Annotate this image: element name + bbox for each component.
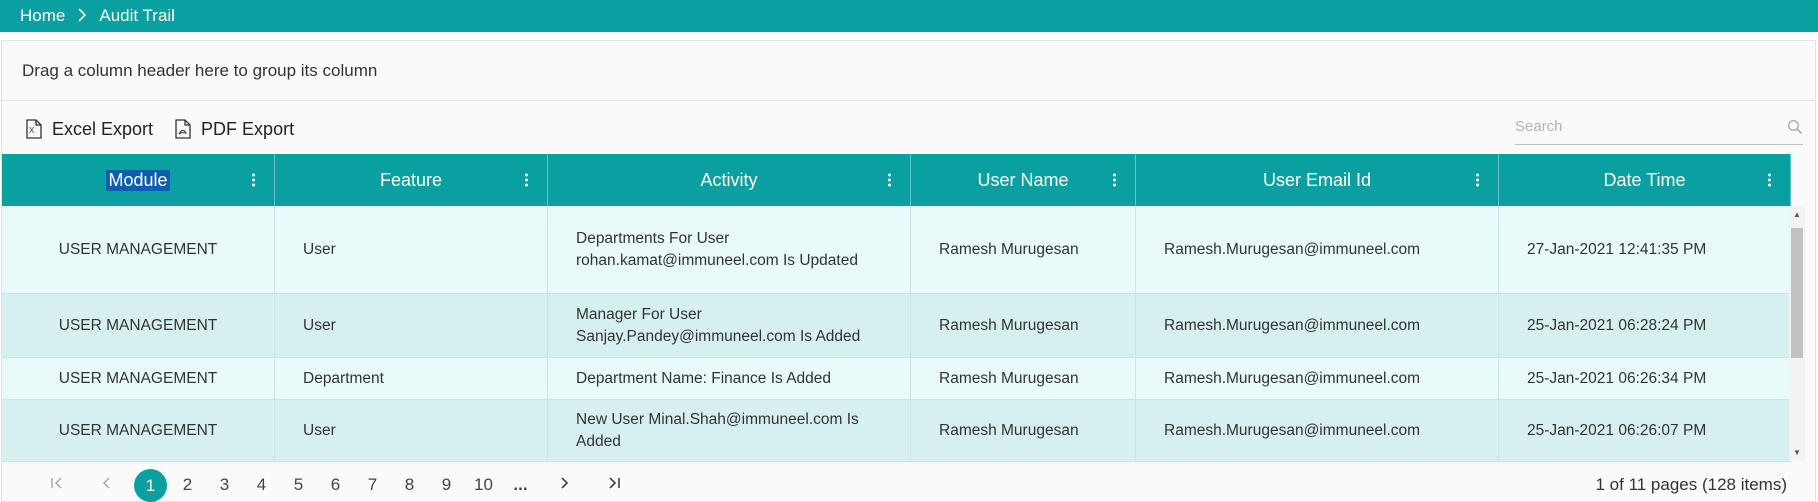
scroll-down-icon[interactable]: ▼ [1793,448,1801,457]
cell-module: USER MANAGEMENT [2,294,275,358]
scroll-up-icon[interactable]: ▲ [1793,210,1801,219]
page-number[interactable]: 10 [465,475,502,495]
column-menu-icon[interactable] [1768,173,1772,187]
column-menu-icon[interactable] [252,173,256,187]
vertical-scrollbar[interactable]: ▲ ▼ [1789,206,1805,461]
column-header-feature[interactable]: Feature [275,154,548,206]
cell-feature: User [275,294,548,358]
page-number[interactable]: 4 [243,475,280,495]
page-number[interactable]: 1 [134,468,167,502]
column-header-label: User Name [977,169,1069,190]
cell-feature: User [275,206,548,294]
cell-date-time: 25-Jan-2021 06:28:24 PM [1499,294,1791,358]
group-drop-text: Drag a column header here to group its c… [22,60,378,80]
page-number[interactable]: 2 [169,475,206,495]
pdf-file-icon [175,119,191,139]
cell-module: USER MANAGEMENT [2,400,275,462]
search-box [1515,109,1803,145]
cell-user-name: Ramesh Murugesan [911,358,1136,400]
cell-module: USER MANAGEMENT [2,206,275,294]
breadcrumb-separator-icon [77,7,87,25]
search-input[interactable] [1515,118,1787,135]
cell-user-name: Ramesh Murugesan [911,294,1136,358]
excel-export-label: Excel Export [52,118,154,139]
pdf-export-button[interactable]: PDF Export [175,119,294,140]
cell-email: Ramesh.Murugesan@immuneel.com [1136,206,1499,294]
excel-file-icon: X [26,119,42,139]
column-header-email[interactable]: User Email Id [1136,154,1499,206]
scrollbar-thumb[interactable] [1791,228,1803,358]
page-number[interactable]: 9 [428,475,465,495]
cell-email: Ramesh.Murugesan@immuneel.com [1136,358,1499,400]
pdf-export-label: PDF Export [201,118,295,139]
table-row[interactable]: USER MANAGEMENT Department Department Na… [2,358,1791,400]
column-header-label: User Email Id [1262,169,1372,190]
cell-email: Ramesh.Murugesan@immuneel.com [1136,294,1499,358]
last-page-icon[interactable] [589,475,639,495]
column-menu-icon[interactable] [525,173,529,187]
cell-activity: Departments For User rohan.kamat@immunee… [548,206,911,294]
page-number[interactable]: 3 [206,475,243,495]
breadcrumb-home[interactable]: Home [20,6,65,26]
cell-date-time: 25-Jan-2021 06:26:07 PM [1499,400,1791,462]
page-number[interactable]: 8 [391,475,428,495]
group-drop-area[interactable]: Drag a column header here to group its c… [2,41,1815,101]
breadcrumb: Home Audit Trail [0,0,1818,32]
column-header-user-name[interactable]: User Name [911,154,1136,206]
table-header: Module Feature Activity User Name User E… [2,154,1791,206]
cell-email: Ramesh.Murugesan@immuneel.com [1136,400,1499,462]
audit-table: Module Feature Activity User Name User E… [2,154,1791,462]
table-row[interactable]: USER MANAGEMENT User Manager For User Sa… [2,294,1791,358]
cell-user-name: Ramesh Murugesan [911,400,1136,462]
cell-feature: Department [275,358,548,400]
cell-activity: Department Name: Finance Is Added [548,358,911,400]
pagination: 1 2 3 4 5 6 7 8 9 10 ... 1 of 11 pages (… [2,468,1817,502]
previous-page-icon[interactable] [82,475,132,495]
column-header-label: Activity [700,169,758,190]
column-header-module[interactable]: Module [2,154,275,206]
table-row[interactable]: USER MANAGEMENT User New User Minal.Shah… [2,400,1791,462]
cell-date-time: 25-Jan-2021 06:26:34 PM [1499,358,1791,400]
grid-toolbar: X Excel Export PDF Export [2,101,1815,157]
page-number[interactable]: 5 [280,475,317,495]
cell-date-time: 27-Jan-2021 12:41:35 PM [1499,206,1791,294]
audit-grid-panel: Drag a column header here to group its c… [1,40,1816,502]
column-header-date-time[interactable]: Date Time [1499,154,1791,206]
cell-user-name: Ramesh Murugesan [911,206,1136,294]
column-menu-icon[interactable] [1113,173,1117,187]
page-more[interactable]: ... [502,475,539,495]
cell-activity: New User Minal.Shah@immuneel.com Is Adde… [548,400,911,462]
svg-text:X: X [29,126,35,135]
cell-activity: Manager For User Sanjay.Pandey@immuneel.… [548,294,911,358]
column-header-activity[interactable]: Activity [548,154,911,206]
excel-export-button[interactable]: X Excel Export [26,119,153,140]
search-icon[interactable] [1787,119,1803,135]
column-header-label: Module [106,169,170,191]
column-header-label: Feature [379,169,443,190]
cell-feature: User [275,400,548,462]
cell-module: USER MANAGEMENT [2,358,275,400]
page-number[interactable]: 7 [354,475,391,495]
next-page-icon[interactable] [539,475,589,495]
first-page-icon[interactable] [32,475,82,495]
breadcrumb-current: Audit Trail [99,6,175,25]
table-row[interactable]: USER MANAGEMENT User Departments For Use… [2,206,1791,294]
page-number[interactable]: 6 [317,475,354,495]
pager-info: 1 of 11 pages (128 items) [1595,475,1787,494]
column-menu-icon[interactable] [888,173,892,187]
column-header-label: Date Time [1603,169,1686,190]
column-menu-icon[interactable] [1476,173,1480,187]
